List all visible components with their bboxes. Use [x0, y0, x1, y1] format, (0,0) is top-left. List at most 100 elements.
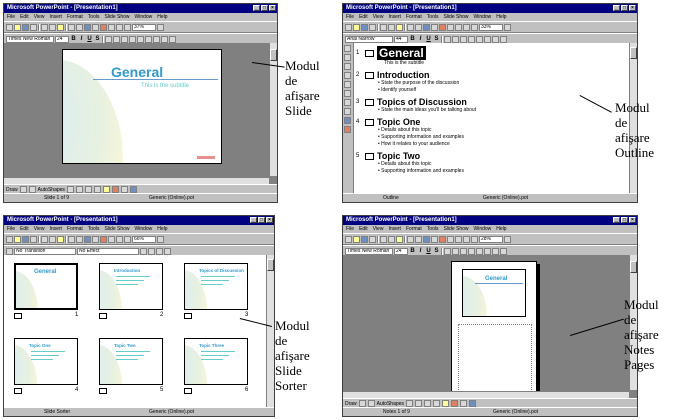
font-color-icon[interactable] [459, 400, 467, 407]
menu-window[interactable]: Window [135, 225, 153, 233]
collapse-icon[interactable] [344, 81, 351, 88]
underline-button[interactable]: U [86, 36, 93, 43]
paste-icon[interactable] [396, 235, 403, 243]
scroll-thumb[interactable] [267, 259, 274, 271]
line-color-icon[interactable] [111, 186, 119, 193]
outline-bullet[interactable]: • State the purpose of the discussion [356, 80, 627, 87]
notes-slide-thumbnail[interactable]: General [462, 269, 526, 317]
close-button[interactable]: × [269, 5, 276, 11]
chart-icon[interactable] [439, 23, 446, 31]
menu-format[interactable]: Format [67, 225, 83, 233]
sorter-thumbnail[interactable]: Introduction [99, 263, 163, 310]
menu-window[interactable]: Window [474, 225, 492, 233]
promote-icon[interactable] [492, 247, 499, 255]
shadow-button[interactable]: S [433, 36, 440, 43]
bullets-icon[interactable] [468, 35, 475, 43]
demote-icon[interactable] [344, 54, 351, 61]
font-size-combo[interactable]: 24 [394, 247, 408, 255]
hide-slide-icon[interactable] [140, 247, 147, 255]
scroll-thumb[interactable] [630, 261, 637, 273]
new-icon[interactable] [345, 235, 352, 243]
help-icon[interactable] [504, 23, 511, 31]
align-left-icon[interactable] [105, 35, 112, 43]
underline-button[interactable]: U [425, 36, 432, 43]
italic-button[interactable]: I [78, 36, 85, 43]
undo-icon[interactable] [68, 235, 75, 243]
chart-icon[interactable] [100, 235, 107, 243]
menu-view[interactable]: View [34, 13, 45, 21]
effect-combo[interactable]: No Effect [77, 247, 139, 255]
menu-file[interactable]: File [7, 13, 15, 21]
decrease-font-icon[interactable] [145, 35, 152, 43]
menu-view[interactable]: View [373, 13, 384, 21]
line-icon[interactable] [405, 400, 413, 407]
grayscale-icon[interactable] [124, 235, 131, 243]
draw-menu[interactable]: Draw [6, 187, 18, 193]
horizontal-scrollbar[interactable] [4, 177, 269, 184]
menu-insert[interactable]: Insert [49, 13, 62, 21]
layout-icon[interactable] [455, 23, 462, 31]
demote-icon[interactable] [500, 35, 507, 43]
promote-icon[interactable] [344, 45, 351, 52]
save-icon[interactable] [22, 23, 29, 31]
move-up-icon[interactable] [344, 63, 351, 70]
promote-icon[interactable] [153, 35, 160, 43]
paste-icon[interactable] [57, 23, 64, 31]
move-down-icon[interactable] [344, 72, 351, 79]
transition-icon[interactable] [14, 388, 22, 394]
font-name-combo[interactable]: Arial Narrow [345, 35, 393, 43]
animation-icon[interactable] [169, 35, 176, 43]
redo-icon[interactable] [415, 235, 422, 243]
menu-slide-show[interactable]: Slide Show [443, 13, 468, 21]
transition-icon[interactable] [184, 388, 192, 394]
speaker-notes-icon[interactable] [164, 247, 171, 255]
shadow-button[interactable]: S [433, 248, 440, 255]
demote-icon[interactable] [500, 247, 507, 255]
copy-icon[interactable] [49, 235, 56, 243]
outline-bullet[interactable]: • Details about this topic [356, 127, 627, 134]
rehearse-icon[interactable] [148, 247, 155, 255]
sorter-thumbnail[interactable]: Topic One [14, 338, 78, 385]
menu-view[interactable]: View [373, 225, 384, 233]
new-icon[interactable] [345, 23, 352, 31]
menu-edit[interactable]: Edit [20, 13, 29, 21]
notes-text-box[interactable] [458, 324, 532, 392]
outline-title[interactable]: General [377, 46, 426, 60]
outline-bullet[interactable]: This is the subtitle [356, 60, 627, 67]
menu-slide-show[interactable]: Slide Show [443, 225, 468, 233]
layout-icon[interactable] [116, 235, 123, 243]
close-button[interactable]: × [629, 5, 636, 11]
oval-icon[interactable] [432, 400, 440, 407]
align-left-icon[interactable] [444, 35, 451, 43]
transition-icon[interactable] [99, 388, 107, 394]
maximize-button[interactable]: □ [258, 217, 265, 223]
table-icon[interactable] [431, 235, 438, 243]
grayscale-icon[interactable] [124, 23, 131, 31]
summary-slide-icon[interactable] [156, 247, 163, 255]
menu-format[interactable]: Format [406, 13, 422, 21]
bold-button[interactable]: B [409, 248, 416, 255]
print-icon[interactable] [30, 23, 37, 31]
vertical-scrollbar[interactable] [266, 255, 274, 408]
undo-icon[interactable] [407, 23, 414, 31]
outline-bullet[interactable]: • Supporting information and examples [356, 168, 627, 175]
outline-bullet[interactable]: • Identify yourself [356, 87, 627, 94]
italic-button[interactable]: I [417, 36, 424, 43]
redo-icon[interactable] [415, 23, 422, 31]
autoshapes-menu[interactable]: AutoShapes [38, 187, 65, 193]
expand-icon[interactable] [471, 23, 478, 31]
font-size-combo[interactable]: 24 [55, 35, 69, 43]
menu-tools[interactable]: Tools [88, 225, 100, 233]
transition-icon[interactable] [14, 313, 22, 319]
paste-icon[interactable] [57, 235, 64, 243]
redo-icon[interactable] [76, 235, 83, 243]
help-icon[interactable] [157, 23, 164, 31]
outline-bullet[interactable]: • State the main ideas you'll be talking… [356, 107, 627, 114]
save-icon[interactable] [361, 235, 368, 243]
font-color-icon[interactable] [120, 186, 128, 193]
line-icon[interactable] [66, 186, 74, 193]
line-color-icon[interactable] [450, 400, 458, 407]
summary-slide-icon[interactable] [344, 117, 351, 124]
menu-insert[interactable]: Insert [49, 225, 62, 233]
outline-title[interactable]: Topics of Discussion [377, 97, 467, 107]
